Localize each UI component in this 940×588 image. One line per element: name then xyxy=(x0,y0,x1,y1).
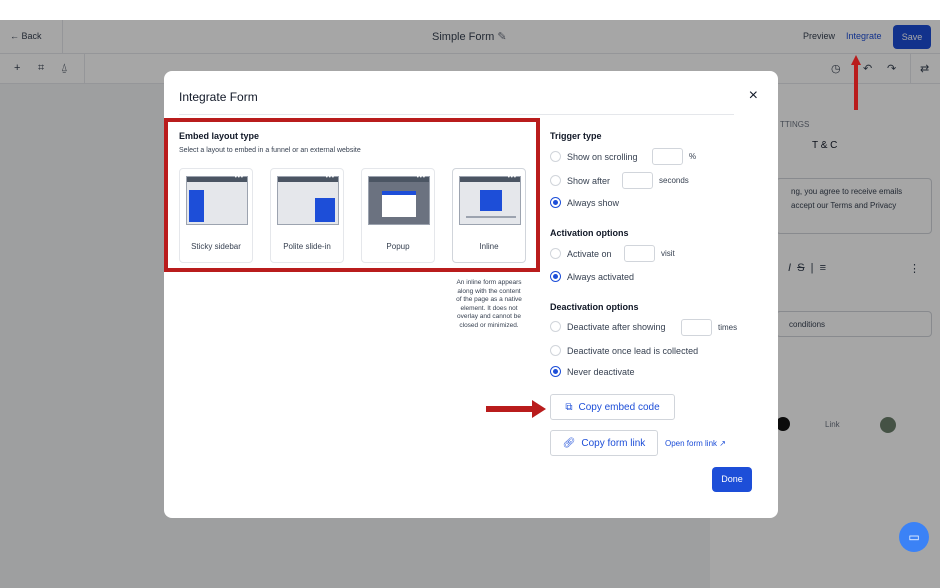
layout-card-sticky-sidebar[interactable]: ••• Sticky sidebar xyxy=(179,168,253,263)
copy-embed-label: Copy embed code xyxy=(578,401,660,413)
sticky-sidebar-preview-icon: ••• xyxy=(186,175,248,225)
scroll-percent-input[interactable] xyxy=(652,148,683,165)
embed-layout-title: Embed layout type xyxy=(179,131,260,141)
layout-card-inline[interactable]: ••• Inline xyxy=(452,168,526,263)
visit-unit: visit xyxy=(661,249,675,258)
copy-embed-code-button[interactable]: ⧉ Copy embed code xyxy=(550,394,675,420)
annotation-arrow-right-icon xyxy=(486,400,546,418)
layout-card-popup[interactable]: ••• Popup xyxy=(361,168,435,263)
layout-card-polite-slide-in[interactable]: ••• Polite slide-in xyxy=(270,168,344,263)
radio-always-show[interactable]: Always show xyxy=(550,197,619,208)
radio-icon[interactable] xyxy=(550,321,561,332)
radio-icon[interactable] xyxy=(550,271,561,282)
seconds-input[interactable] xyxy=(622,172,653,189)
open-form-link[interactable]: Open form link ↗ xyxy=(665,439,726,448)
visit-count-input[interactable] xyxy=(624,245,655,262)
layout-label: Sticky sidebar xyxy=(191,242,241,251)
radio-never-deactivate[interactable]: Never deactivate xyxy=(550,366,635,377)
integrate-form-modal: Integrate Form × Embed layout type Selec… xyxy=(164,71,778,518)
radio-icon[interactable] xyxy=(550,248,561,259)
layout-label: Inline xyxy=(479,242,499,251)
inline-preview-icon: ••• xyxy=(459,175,521,225)
link-icon: 🔗︎ xyxy=(562,437,576,449)
activation-options-title: Activation options xyxy=(550,228,629,238)
radio-icon[interactable] xyxy=(550,151,561,162)
close-icon[interactable]: × xyxy=(749,87,758,105)
radio-deactivate-once-lead[interactable]: Deactivate once lead is collected xyxy=(550,345,698,356)
slide-in-preview-icon: ••• xyxy=(277,175,339,225)
radio-show-on-scrolling[interactable]: Show on scrolling xyxy=(550,151,638,162)
layout-label: Popup xyxy=(386,242,410,251)
done-button[interactable]: Done xyxy=(712,467,752,492)
divider xyxy=(179,114,734,115)
radio-activate-on[interactable]: Activate on xyxy=(550,248,612,259)
copy-link-label: Copy form link xyxy=(581,437,646,449)
times-input[interactable] xyxy=(681,319,712,336)
radio-show-after[interactable]: Show after xyxy=(550,175,610,186)
times-unit: times xyxy=(718,323,738,332)
radio-deactivate-after[interactable]: Deactivate after showing xyxy=(550,321,666,332)
radio-icon[interactable] xyxy=(550,175,561,186)
radio-icon[interactable] xyxy=(550,366,561,377)
percent-unit: % xyxy=(689,152,697,161)
copy-form-link-button[interactable]: 🔗︎ Copy form link xyxy=(550,430,658,456)
trigger-type-title: Trigger type xyxy=(550,131,602,141)
annotation-arrow-up-icon xyxy=(851,55,861,110)
seconds-unit: seconds xyxy=(659,176,689,185)
deactivation-options-title: Deactivation options xyxy=(550,302,639,312)
layout-label: Polite slide-in xyxy=(283,242,331,251)
chat-icon[interactable]: ▭ xyxy=(899,522,929,552)
embed-layout-subtitle: Select a layout to embed in a funnel or … xyxy=(179,147,361,154)
external-link-icon: ↗ xyxy=(719,439,726,448)
radio-icon[interactable] xyxy=(550,345,561,356)
inline-description: An inline form appears along with the co… xyxy=(456,279,522,329)
modal-title: Integrate Form xyxy=(179,90,258,104)
radio-always-activated[interactable]: Always activated xyxy=(550,271,634,282)
radio-icon[interactable] xyxy=(550,197,561,208)
copy-icon: ⧉ xyxy=(565,401,573,413)
popup-preview-icon: ••• xyxy=(368,175,430,225)
